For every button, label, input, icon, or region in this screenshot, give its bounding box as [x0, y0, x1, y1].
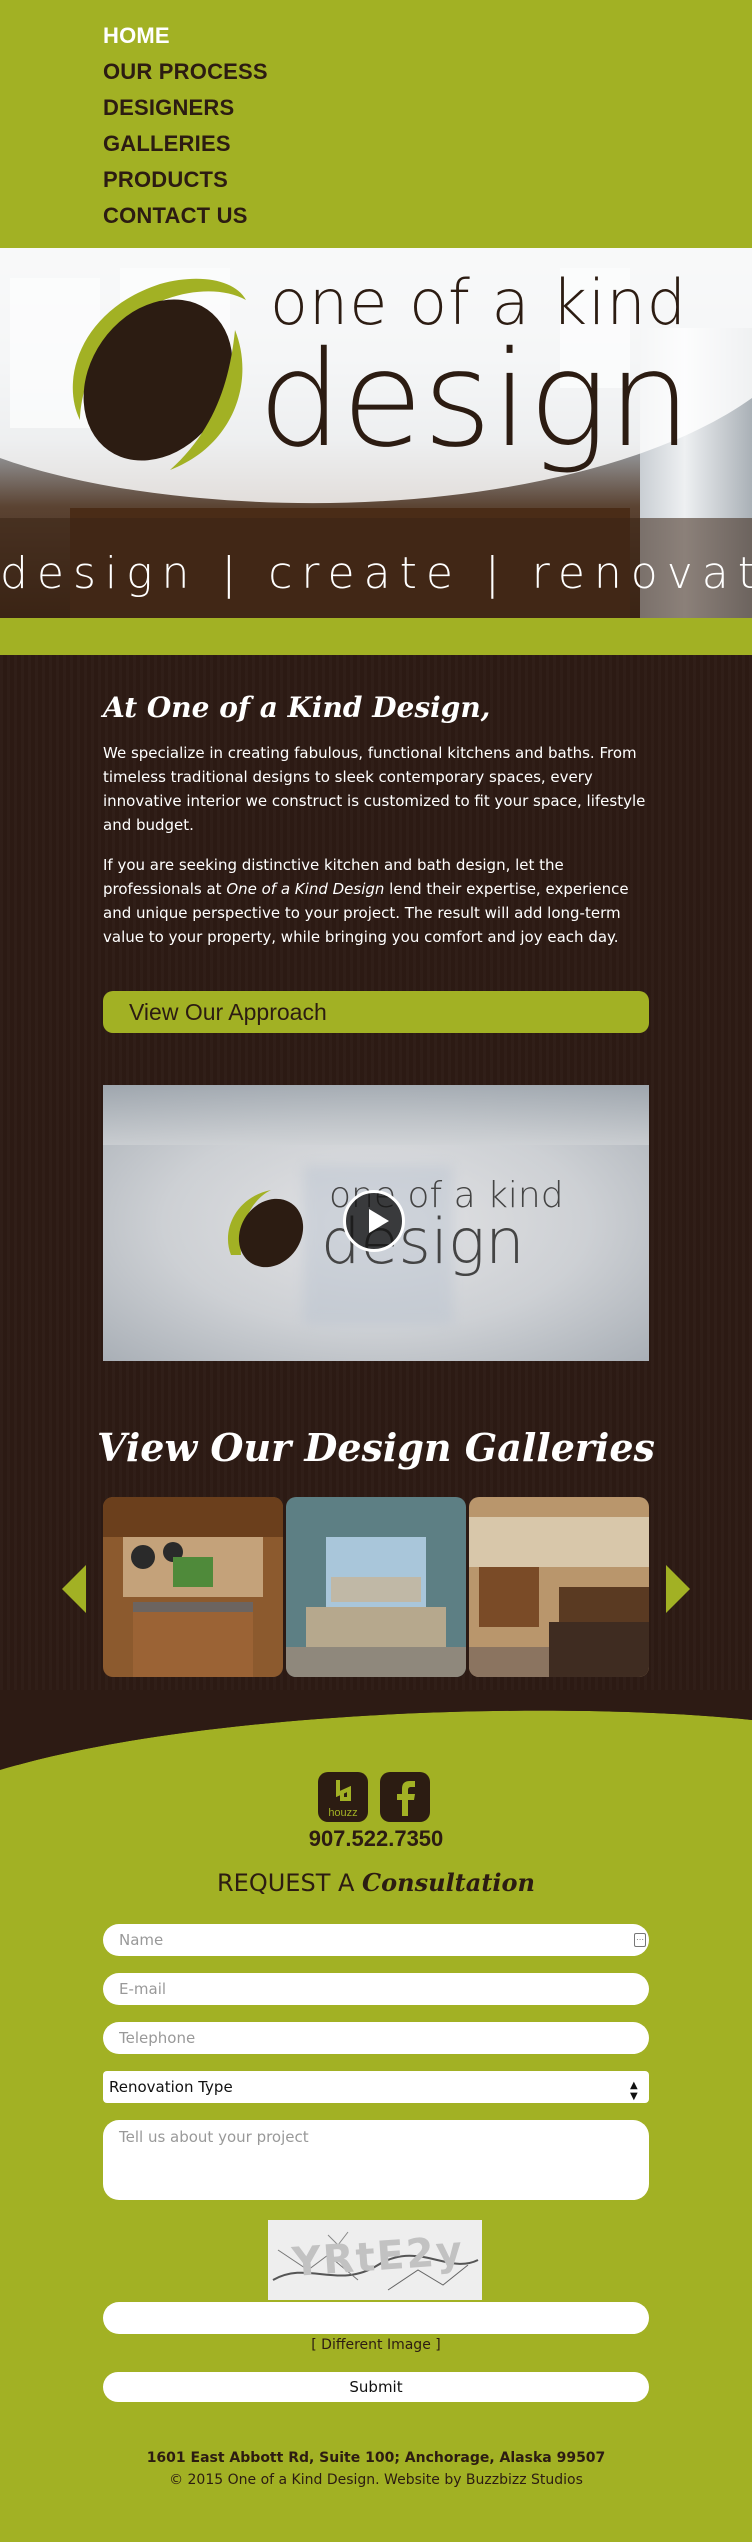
nav-item-our-process[interactable]: OUR PROCESS [103, 54, 268, 90]
intro-video[interactable]: one of a kind design [103, 1085, 649, 1361]
video-logo-mark-icon [227, 1190, 304, 1268]
facebook-icon[interactable] [380, 1772, 430, 1822]
nav-item-designers[interactable]: DESIGNERS [103, 90, 268, 126]
houzz-logo-icon: houzz [328, 1780, 358, 1819]
different-image-link[interactable]: [ Different Image ] [0, 2337, 752, 2353]
telephone-field[interactable] [103, 2022, 649, 2054]
intro-paragraph-1: We specialize in creating fabulous, func… [103, 744, 646, 834]
company-name-emphasis: One of a Kind Design [226, 880, 385, 898]
video-background [103, 1085, 649, 1145]
captcha-image: YRtE2y [268, 2220, 482, 2300]
gallery-thumbnail-1[interactable] [103, 1497, 283, 1677]
nav-item-home[interactable]: HOME [103, 18, 268, 54]
intro-heading: At One of a Kind Design, [103, 691, 491, 724]
gallery-carousel [103, 1497, 649, 1677]
gallery-prev-arrow-icon[interactable] [62, 1565, 86, 1613]
request-consultation-heading: REQUEST A Consultation [0, 1868, 752, 1897]
gallery-photo-bathroom [286, 1497, 466, 1677]
footer-address: 1601 East Abbott Rd, Suite 100; Anchorag… [146, 2450, 606, 2466]
hero-banner: one of a kind design design | create | r… [0, 248, 752, 618]
gallery-photo-kitchen-rustic [103, 1497, 283, 1677]
view-our-approach-button[interactable]: View Our Approach [103, 991, 649, 1033]
houzz-icon[interactable]: houzz [318, 1772, 368, 1822]
autofill-icon[interactable]: ⋯ [634, 1933, 646, 1947]
gallery-thumbnail-2[interactable] [286, 1497, 466, 1677]
email-field[interactable] [103, 1973, 649, 2005]
nav-item-contact-us[interactable]: CONTACT US [103, 198, 268, 234]
facebook-logo-icon [397, 1781, 415, 1816]
request-prefix: REQUEST A [217, 1869, 355, 1897]
intro-paragraph-2: If you are seeking distinctive kitchen a… [103, 853, 649, 949]
gallery-next-arrow-icon[interactable] [666, 1565, 690, 1613]
main-nav: HOME OUR PROCESS DESIGNERS GALLERIES PRO… [103, 18, 268, 234]
hero-tagline: design | create | renovate [0, 548, 752, 599]
renovation-type-select[interactable]: Renovation Type [103, 2071, 649, 2103]
select-arrows-icon: ▲ ▼ [630, 2080, 638, 2102]
captcha-field[interactable] [103, 2302, 649, 2334]
nav-item-products[interactable]: PRODUCTS [103, 162, 268, 198]
galleries-heading: View Our Design Galleries [97, 1425, 655, 1470]
project-description-field[interactable] [103, 2120, 649, 2200]
intro-section: At One of a Kind Design, We specialize i… [0, 655, 752, 1765]
phone-number[interactable]: 907.522.7350 [0, 1826, 752, 1852]
name-field[interactable] [103, 1924, 649, 1956]
houzz-label: houzz [328, 1807, 357, 1819]
footer-copyright: © 2015 One of a Kind Design. Website by … [169, 2472, 583, 2488]
logo-mark-icon [72, 278, 246, 470]
play-icon[interactable] [343, 1190, 405, 1252]
request-script: Consultation [362, 1868, 535, 1897]
footer-curve [0, 1690, 752, 1800]
gallery-thumbnail-3[interactable] [469, 1497, 649, 1677]
submit-button[interactable]: Submit [103, 2372, 649, 2402]
gallery-photo-kitchen-modern [469, 1497, 649, 1677]
logo-text-line2: design [258, 323, 692, 477]
nav-item-galleries[interactable]: GALLERIES [103, 126, 268, 162]
